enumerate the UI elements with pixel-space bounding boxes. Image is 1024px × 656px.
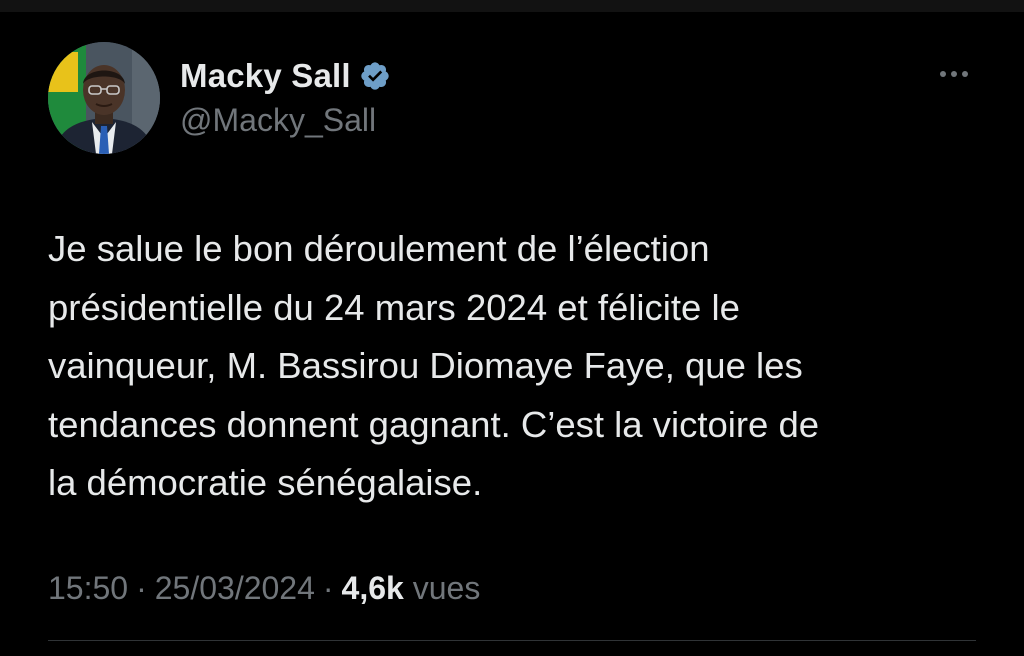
tweet-text: Je salue le bon déroulement de l’électio… — [48, 220, 978, 513]
more-dot — [951, 71, 957, 77]
tweet-text-line: Je salue le bon déroulement de l’électio… — [48, 228, 710, 269]
tweet-text-line: tendances donnent gagnant. C’est la vict… — [48, 403, 820, 445]
tweet-time[interactable]: 15:50 — [48, 570, 128, 606]
more-dot — [962, 71, 968, 77]
meta-separator: · — [136, 570, 147, 606]
author-display-name[interactable]: Macky Sall — [180, 57, 351, 95]
tweet: Macky Sall @Macky_Sall Je salue le bon d… — [0, 0, 1024, 656]
verified-badge-icon — [359, 60, 391, 92]
tweet-meta: 15:50 · 25/03/2024 · 4,6k vues — [48, 570, 480, 607]
tweet-text-line: la démocratie sénégalaise. — [48, 462, 483, 503]
views-count[interactable]: 4,6k — [342, 570, 404, 606]
avatar[interactable] — [48, 42, 160, 154]
more-dot — [940, 71, 946, 77]
tweet-date[interactable]: 25/03/2024 — [155, 570, 315, 606]
avatar-portrait-image — [48, 42, 160, 154]
meta-separator: · — [322, 570, 334, 606]
tweet-text-line: présidentielle du 24 mars 2024 et félici… — [48, 286, 740, 328]
more-horizontal-icon[interactable] — [932, 60, 976, 88]
tweet-text-line: vainqueur, M. Bassirou Diomaye Faye, que… — [48, 345, 803, 386]
views-label: vues — [412, 570, 481, 606]
divider — [48, 640, 976, 641]
author-handle[interactable]: @Macky_Sall — [180, 102, 376, 139]
author-name-row: Macky Sall — [180, 54, 391, 98]
